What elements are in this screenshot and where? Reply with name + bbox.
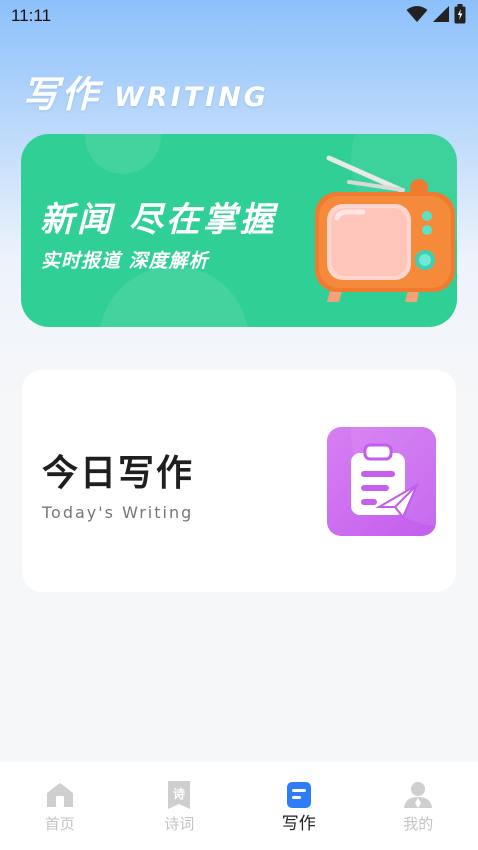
poetry-book-icon: 诗: [164, 780, 194, 810]
battery-icon: [454, 4, 466, 28]
writing-card-title: 今日写作: [42, 453, 195, 494]
tab-poetry[interactable]: 诗 诗词: [120, 762, 240, 850]
status-bar: 11:11: [0, 0, 478, 34]
status-icons: [406, 4, 466, 28]
status-time: 11:11: [11, 6, 52, 25]
banner-subtitle: 实时报道 深度解析: [41, 250, 209, 272]
today-writing-card[interactable]: 今日写作 Today's Writing: [22, 370, 456, 592]
clipboard-send-icon: [327, 427, 436, 536]
tab-home[interactable]: 首页: [0, 762, 120, 850]
bottom-tab-bar: 首页 诗 诗词 写作 我的: [0, 762, 478, 850]
tab-label-profile: 我的: [403, 815, 434, 833]
page-title: 写作: [22, 73, 100, 116]
tab-label-poetry: 诗词: [164, 815, 195, 833]
retro-tv-icon: [293, 152, 457, 310]
home-icon: [45, 780, 75, 810]
wifi-icon: [406, 5, 428, 27]
svg-text:诗: 诗: [173, 786, 185, 801]
banner-title: 新闻 尽在掌握: [40, 200, 277, 240]
profile-icon: [403, 780, 433, 810]
tab-profile[interactable]: 我的: [359, 762, 478, 850]
document-icon: [284, 780, 314, 810]
writing-card-subtitle: Today's Writing: [42, 503, 194, 522]
page-header: 写作 WRITING: [22, 68, 269, 118]
page-subtitle: WRITING: [114, 82, 269, 113]
tab-label-home: 首页: [44, 815, 75, 833]
news-banner[interactable]: 新闻 尽在掌握 实时报道 深度解析: [21, 134, 457, 327]
banner-decor-circle: [85, 134, 161, 174]
signal-icon: [432, 5, 450, 27]
tab-label-writing: 写作: [281, 814, 316, 834]
tab-writing[interactable]: 写作: [239, 762, 359, 850]
banner-decor-circle: [99, 266, 249, 327]
